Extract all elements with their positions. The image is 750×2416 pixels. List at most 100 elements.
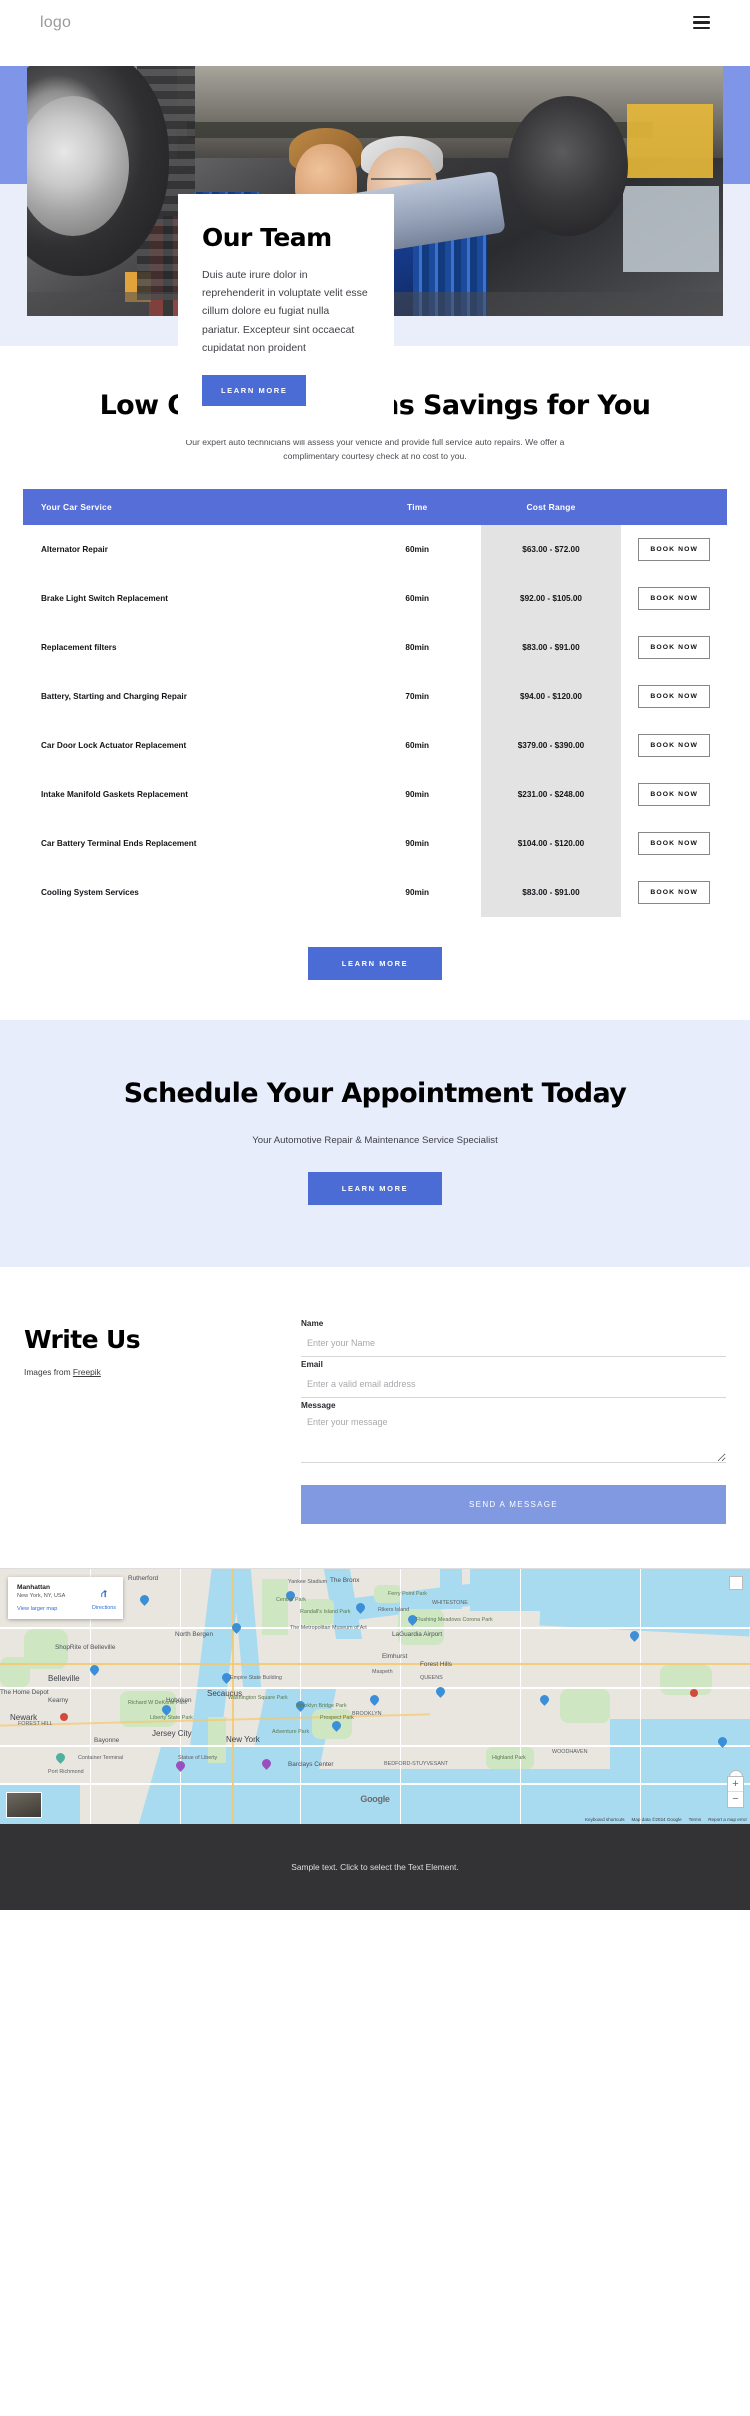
map-label: Rikers Island	[378, 1607, 410, 1614]
hero-section: Our Team Duis aute irure dolor in repreh…	[0, 66, 750, 441]
map-label: Prospect Park	[320, 1715, 354, 1722]
pricing-table-wrapper: Your Car Service Time Cost Range Alterna…	[23, 489, 727, 918]
map-info-card: Manhattan New York, NY, USA View larger …	[8, 1577, 123, 1620]
map-label: New York	[226, 1735, 260, 1745]
map-attr-terms[interactable]: Terms	[689, 1817, 702, 1822]
name-input[interactable]	[301, 1334, 726, 1358]
map-label: WHITESTONE	[432, 1600, 468, 1607]
footer-sample-text[interactable]: Sample text. Click to select the Text El…	[291, 1862, 458, 1872]
logo[interactable]: logo	[40, 14, 71, 32]
image-credit-prefix: Images from	[24, 1367, 73, 1378]
cell-cost: $94.00 - $120.00	[480, 672, 622, 722]
book-now-button[interactable]: BOOK NOW	[638, 587, 711, 611]
book-now-button[interactable]: BOOK NOW	[638, 538, 711, 562]
cell-service: Cooling System Services	[41, 888, 139, 898]
directions-label: Directions	[92, 1605, 116, 1612]
google-map[interactable]: Rutherford ShopRite of Belleville Bellevil…	[0, 1568, 750, 1825]
table-row: Replacement filters 80min $83.00 - $91.00 B…	[23, 623, 727, 673]
email-field-group: Email	[301, 1360, 726, 1399]
cell-cost: $92.00 - $105.00	[480, 574, 622, 624]
schedule-section: Schedule Your Appointment Today Your Aut…	[0, 1020, 750, 1268]
hero-learn-more-button[interactable]: LEARN MORE	[202, 375, 307, 407]
map-label: Flushing Meadows Corona Park	[416, 1617, 493, 1624]
book-now-button[interactable]: BOOK NOW	[638, 685, 711, 709]
map-label: BEDFORD-STUYVESANT	[384, 1761, 449, 1768]
map-attr-keyboard[interactable]: Keyboard shortcuts	[585, 1817, 625, 1822]
cell-action: BOOK NOW	[621, 868, 727, 917]
map-label: Bayonne	[94, 1737, 120, 1745]
map-zoom-out-button[interactable]: −	[728, 1792, 743, 1807]
schedule-subtitle: Your Automotive Repair & Maintenance Ser…	[252, 1135, 498, 1147]
pricing-learn-more-button[interactable]: LEARN MORE	[307, 947, 443, 981]
col-header-time: Time	[353, 489, 481, 526]
cell-action: BOOK NOW	[621, 525, 727, 574]
pricing-table: Your Car Service Time Cost Range Alterna…	[23, 489, 727, 918]
map-label: Rutherford	[128, 1575, 159, 1583]
hamburger-menu-icon[interactable]	[693, 15, 710, 30]
pricing-cta-wrapper: LEARN MORE	[0, 947, 750, 981]
col-header-action	[621, 489, 727, 526]
site-footer: Sample text. Click to select the Text El…	[0, 1824, 750, 1911]
cell-service: Battery, Starting and Charging Repair	[41, 692, 187, 702]
cell-service: Replacement filters	[41, 643, 117, 653]
cell-service: Brake Light Switch Replacement	[41, 594, 168, 604]
map-label: Ferry Point Park	[388, 1591, 427, 1598]
map-attr-report[interactable]: Report a map error	[708, 1817, 747, 1822]
schedule-learn-more-button[interactable]: LEARN MORE	[307, 1172, 443, 1206]
map-attribution: Keyboard shortcuts Map data ©2024 Google…	[585, 1817, 747, 1822]
cell-service: Alternator Repair	[41, 545, 108, 555]
our-team-description: Duis aute irure dolor in reprehenderit i…	[202, 268, 368, 355]
send-message-button[interactable]: SEND A MESSAGE	[301, 1485, 726, 1525]
map-label: Newark	[10, 1713, 38, 1723]
col-header-service: Your Car Service	[23, 489, 354, 526]
message-field-group: Message	[301, 1401, 726, 1468]
book-now-button[interactable]: BOOK NOW	[638, 636, 711, 660]
book-now-button[interactable]: BOOK NOW	[638, 734, 711, 758]
name-label: Name	[301, 1319, 324, 1329]
email-input[interactable]	[301, 1375, 726, 1399]
map-label: Empire State Building	[230, 1675, 282, 1682]
map-zoom-in-button[interactable]: +	[728, 1777, 743, 1793]
map-attr-data: Map data ©2024 Google	[631, 1817, 682, 1823]
freepik-link[interactable]: Freepik	[73, 1367, 101, 1377]
cell-cost: $379.00 - $390.00	[480, 721, 622, 771]
map-label: ShopRite of Belleville	[55, 1644, 116, 1652]
cell-cost: $104.00 - $120.00	[480, 819, 622, 869]
name-field-group: Name	[301, 1319, 726, 1358]
contact-left-column: Write Us Images from Freepik	[24, 1319, 279, 1524]
map-label: Randall's Island Park	[300, 1609, 351, 1616]
map-label: The Metropolitan Museum of Art	[290, 1625, 367, 1632]
col-header-cost: Cost Range	[480, 489, 622, 526]
cell-cost: $83.00 - $91.00	[480, 868, 622, 918]
table-row: Car Door Lock Actuator Replacement 60min $…	[23, 721, 727, 771]
map-label: WOODHAVEN	[552, 1749, 588, 1756]
book-now-button[interactable]: BOOK NOW	[638, 783, 711, 807]
cell-time: 60min	[405, 594, 430, 604]
map-label: Elmhurst	[382, 1653, 408, 1661]
message-label: Message	[301, 1401, 336, 1411]
map-label: Forest Hills	[420, 1661, 452, 1669]
map-label: BROOKLYN	[352, 1711, 382, 1718]
cell-action: BOOK NOW	[621, 770, 727, 819]
message-input[interactable]	[301, 1415, 726, 1464]
cell-action: BOOK NOW	[621, 623, 727, 672]
map-label: The Bronx	[330, 1577, 360, 1585]
book-now-button[interactable]: BOOK NOW	[638, 832, 711, 856]
directions-button[interactable]: Directions	[92, 1586, 116, 1611]
our-team-card: Our Team Duis aute irure dolor in repreh…	[178, 194, 394, 441]
cell-time: 90min	[405, 888, 430, 898]
table-row: Brake Light Switch Replacement 60min $92.0…	[23, 574, 727, 624]
book-now-button[interactable]: BOOK NOW	[638, 881, 711, 905]
map-label: Barclays Center	[288, 1761, 334, 1769]
map-street-view-thumbnail[interactable]	[6, 1792, 42, 1819]
map-fullscreen-button[interactable]	[729, 1576, 743, 1591]
landing-page: logo Our Team Duis aute irure dolor in r…	[0, 0, 750, 1911]
cell-action: BOOK NOW	[621, 574, 727, 623]
pricing-table-head: Your Car Service Time Cost Range	[23, 489, 727, 526]
map-label: Maspeth	[372, 1669, 393, 1676]
cell-cost: $63.00 - $72.00	[480, 525, 622, 575]
write-us-title: Write Us	[24, 1325, 141, 1355]
cell-time: 80min	[405, 643, 430, 653]
cell-time: 60min	[405, 741, 430, 751]
contact-section: Write Us Images from Freepik Name Email …	[0, 1267, 750, 1569]
